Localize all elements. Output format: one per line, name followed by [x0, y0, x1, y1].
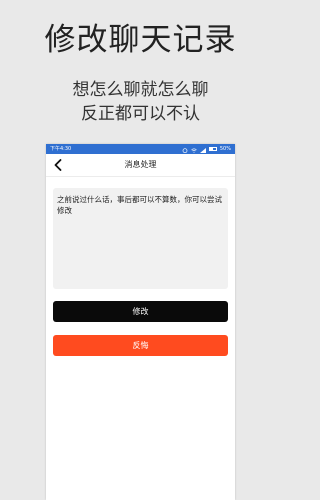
promo-subtitle-line2: 反正都可以不认 — [81, 104, 200, 124]
edit-button[interactable]: 修改 — [53, 301, 228, 322]
promo-subtitle: 想怎么聊就怎么聊 反正都可以不认 — [0, 78, 281, 126]
promo-title: 修改聊天记录 — [44, 22, 237, 58]
navbar: 消息处理 — [46, 154, 235, 177]
alarm-icon — [182, 147, 188, 153]
wifi-icon — [191, 147, 197, 153]
signal-icon — [199, 147, 206, 153]
message-text-area[interactable]: 之前说过什么话，事后都可以不算数，你可以尝试修改 — [53, 188, 228, 289]
status-bar: 下午4:30 50% — [46, 144, 235, 154]
status-time: 下午4:30 — [50, 146, 72, 152]
promo-subtitle-line1: 想怎么聊就怎么聊 — [72, 80, 209, 100]
status-icons: 50% — [182, 144, 231, 154]
undo-button[interactable]: 反悔 — [53, 335, 228, 356]
battery-level: 50% — [219, 146, 231, 152]
battery-icon — [208, 147, 217, 151]
phone-screen: 下午4:30 50% 消息处理 之前说过什么话，事后都可以不算数，你可以尝试修改… — [46, 144, 235, 500]
page-title: 消息处理 — [124, 160, 157, 169]
